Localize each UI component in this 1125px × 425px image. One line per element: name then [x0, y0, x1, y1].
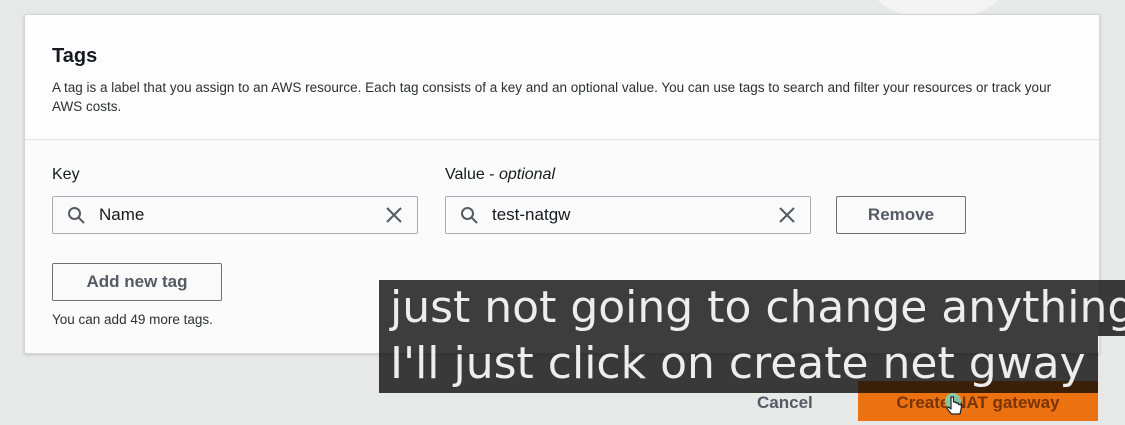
key-label: Key	[52, 166, 80, 184]
tags-panel-header: Tags A tag is a label that you assign to…	[25, 15, 1099, 140]
tag-key-input[interactable]: Name	[52, 196, 418, 234]
value-label: Value - optional	[445, 166, 555, 184]
cancel-button[interactable]: Cancel	[757, 393, 813, 413]
tags-title: Tags	[52, 45, 98, 67]
hand-pointer-icon	[945, 393, 963, 415]
remove-tag-button[interactable]: Remove	[836, 196, 966, 234]
close-icon[interactable]	[778, 206, 796, 224]
key-label-text: Key	[52, 166, 80, 183]
value-label-text: Value -	[445, 166, 499, 183]
add-new-tag-button[interactable]: Add new tag	[52, 263, 222, 301]
tag-value-value: test-natgw	[492, 205, 571, 224]
tag-value-input[interactable]: test-natgw	[445, 196, 811, 234]
tag-key-value: Name	[99, 205, 145, 224]
subtitle-line-1: just not going to change anything a	[379, 280, 1125, 336]
close-icon[interactable]	[385, 206, 403, 224]
remaining-tags-hint: You can add 49 more tags.	[52, 312, 213, 327]
value-optional-label: optional	[498, 166, 555, 183]
search-icon	[461, 207, 478, 224]
tags-description: A tag is a label that you assign to an A…	[52, 80, 1052, 114]
search-icon	[68, 207, 85, 224]
subtitle-line-2: I'll just click on create net gway	[379, 336, 1098, 393]
